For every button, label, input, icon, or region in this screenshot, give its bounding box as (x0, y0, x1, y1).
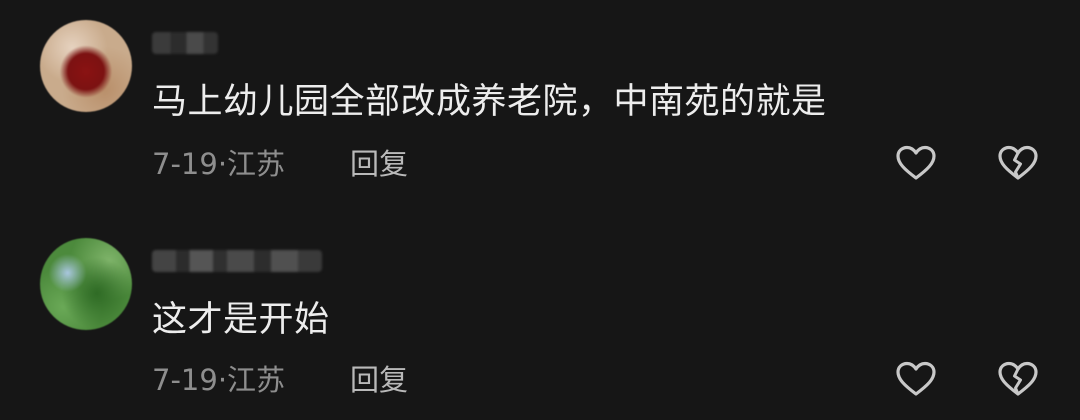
like-button[interactable] (894, 142, 938, 186)
comment-date: 7-19 (152, 363, 218, 397)
comment-item: 马上幼儿园全部改成养老院，中南苑的就是 7-19·江苏 回复 (0, 0, 1080, 210)
comment-meta: 7-19·江苏 (152, 360, 285, 400)
reply-button[interactable]: 回复 (350, 144, 408, 184)
username-blurred[interactable] (152, 250, 322, 272)
dislike-button[interactable] (996, 358, 1040, 402)
dislike-button[interactable] (996, 142, 1040, 186)
avatar[interactable] (40, 20, 132, 112)
comment-date: 7-19 (152, 147, 218, 181)
comment-meta: 7-19·江苏 (152, 144, 285, 184)
meta-separator: · (217, 147, 228, 181)
broken-heart-icon (998, 361, 1038, 396)
like-button[interactable] (894, 358, 938, 402)
heart-icon (896, 145, 936, 180)
avatar[interactable] (40, 238, 132, 330)
meta-separator: · (217, 363, 228, 397)
broken-heart-icon (998, 145, 1038, 180)
comment-text: 这才是开始 (152, 300, 330, 340)
comment-location: 江苏 (227, 147, 286, 181)
reply-button[interactable]: 回复 (350, 360, 408, 400)
comment-text: 马上幼儿园全部改成养老院，中南苑的就是 (152, 82, 827, 122)
comment-location: 江苏 (227, 363, 286, 397)
comment-item: 这才是开始 7-19·江苏 回复 (0, 210, 1080, 420)
username-blurred[interactable] (152, 32, 218, 54)
heart-icon (896, 361, 936, 396)
